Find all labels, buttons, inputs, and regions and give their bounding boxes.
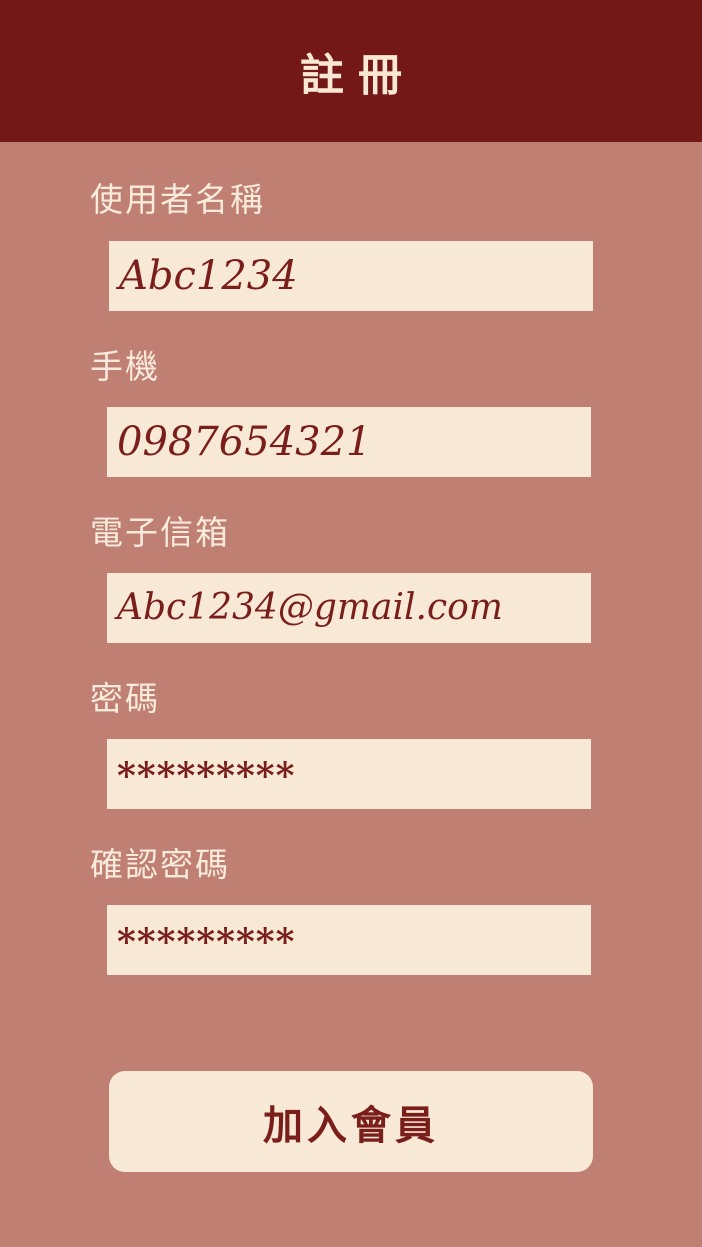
email-label: 電子信箱: [90, 513, 230, 552]
phone-label: 手機: [90, 347, 160, 386]
app-header: 註冊: [0, 0, 702, 142]
password-input[interactable]: *********: [107, 739, 591, 809]
email-input[interactable]: Abc1234@gmail.com: [107, 573, 591, 643]
username-input[interactable]: Abc1234: [109, 241, 593, 311]
password-label: 密碼: [90, 679, 160, 718]
confirm-password-label: 確認密碼: [90, 845, 230, 884]
confirm-password-input[interactable]: *********: [107, 905, 591, 975]
phone-input[interactable]: 0987654321: [107, 407, 591, 477]
username-label: 使用者名稱: [90, 180, 265, 219]
join-member-button[interactable]: 加入會員: [109, 1071, 593, 1172]
page-title: 註冊: [300, 50, 416, 101]
